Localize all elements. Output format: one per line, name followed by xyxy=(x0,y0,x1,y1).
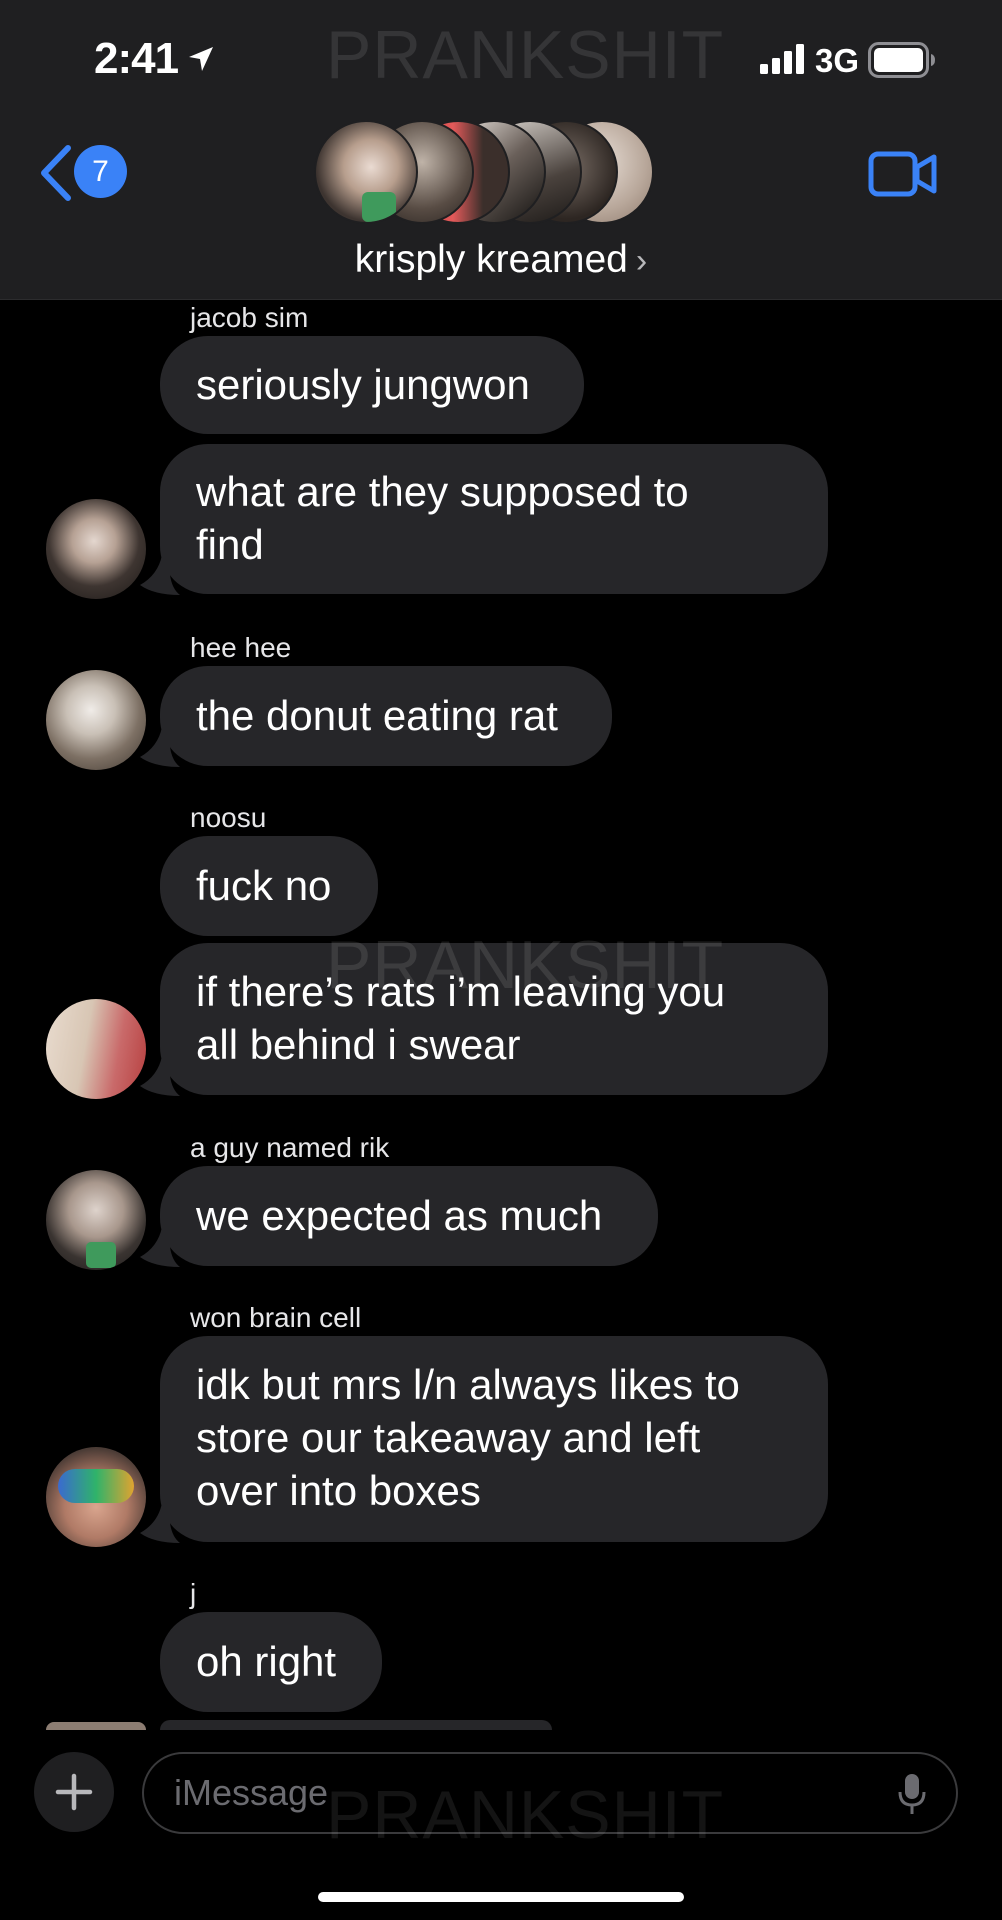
bubble-tail xyxy=(140,727,180,767)
message-text: oh right xyxy=(196,1638,337,1685)
sender-name: won brain cell xyxy=(190,1302,362,1333)
battery-icon xyxy=(868,42,935,78)
sender-name: noosu xyxy=(190,802,267,833)
unread-badge: 7 xyxy=(74,145,127,198)
message-text: what are they supposed to find xyxy=(196,468,689,568)
sender-avatar[interactable] xyxy=(46,1170,146,1270)
message-bubble[interactable]: seriously jungwon xyxy=(160,336,584,434)
message-bubble-partial xyxy=(160,1720,552,1730)
back-button[interactable]: 7 xyxy=(38,138,128,208)
status-time: 2:41 xyxy=(94,34,179,83)
message-text: the donut eating rat xyxy=(196,692,558,739)
microphone-icon[interactable] xyxy=(898,1772,926,1816)
location-arrow-icon xyxy=(189,47,213,71)
header-divider xyxy=(0,299,1002,300)
sender-name: j xyxy=(190,1578,197,1609)
sender-name: hee hee xyxy=(190,632,292,663)
sender-avatar[interactable] xyxy=(46,999,146,1099)
watermark: PRANKSHIT xyxy=(326,927,725,1003)
message-bubble[interactable]: oh right xyxy=(160,1612,382,1712)
sender-avatar[interactable] xyxy=(46,1447,146,1547)
group-name-button[interactable]: krisply kreamed › xyxy=(0,238,1002,282)
signal-icon xyxy=(760,44,804,74)
apps-plus-button[interactable] xyxy=(34,1752,114,1832)
message-bubble[interactable]: fuck no xyxy=(160,836,378,936)
home-indicator[interactable] xyxy=(318,1892,684,1902)
bubble-tail xyxy=(140,555,180,595)
message-placeholder: iMessage xyxy=(174,1772,329,1813)
group-chevron-icon: › xyxy=(635,242,648,280)
bubble-tail xyxy=(140,1227,180,1267)
plus-icon xyxy=(55,1773,93,1811)
network-type: 3G xyxy=(815,42,860,79)
message-text: seriously jungwon xyxy=(196,361,530,408)
message-bubble[interactable]: idk but mrs l/n always likes to store ou… xyxy=(160,1336,828,1542)
watermark: PRANKSHIT xyxy=(326,17,725,93)
bubble-tail xyxy=(140,1503,180,1543)
message-text: idk but mrs l/n always likes to store ou… xyxy=(196,1361,740,1514)
sender-avatar-partial xyxy=(46,1722,146,1730)
watermark: PRANKSHIT xyxy=(326,1777,725,1853)
back-chevron-icon xyxy=(41,145,71,201)
sender-name: jacob sim xyxy=(190,302,309,333)
group-avatars[interactable] xyxy=(314,120,654,226)
message-bubble[interactable]: what are they supposed to find xyxy=(160,444,828,594)
message-text: fuck no xyxy=(196,862,332,909)
group-avatar xyxy=(314,120,418,224)
sender-name: a guy named rik xyxy=(190,1132,390,1163)
video-camera-icon[interactable] xyxy=(868,148,938,200)
group-name: krisply kreamed xyxy=(354,238,628,281)
bubble-tail xyxy=(140,1056,180,1096)
message-text: we expected as much xyxy=(196,1192,603,1239)
sender-avatar[interactable] xyxy=(46,499,146,599)
sender-avatar[interactable] xyxy=(46,670,146,770)
message-bubble[interactable]: the donut eating rat xyxy=(160,666,612,766)
message-bubble[interactable]: we expected as much xyxy=(160,1166,658,1266)
